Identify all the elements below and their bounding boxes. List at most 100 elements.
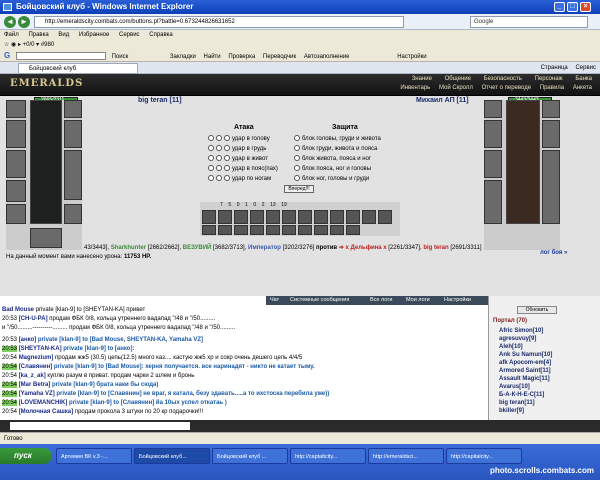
skill-icon[interactable] — [218, 225, 232, 235]
topmenu-profile[interactable]: Анкета — [573, 85, 592, 91]
attack-row[interactable]: удар по ногам — [208, 174, 271, 184]
skill-icon[interactable] — [250, 225, 264, 235]
defense-row[interactable]: блок головы, груди и живота — [294, 134, 381, 144]
radio-icon[interactable] — [294, 165, 300, 172]
taskbar-item[interactable]: http://captaltcity... — [290, 448, 366, 464]
taskbar-item[interactable]: http://emeraldsci... — [368, 448, 444, 464]
topmenu-knowledge[interactable]: Знание — [412, 76, 432, 82]
chat-nick[interactable]: [SHEYTAN-KA] — [19, 346, 62, 352]
gloves-slot[interactable] — [6, 204, 26, 224]
shield-slot[interactable] — [64, 120, 82, 148]
skill-icon[interactable] — [362, 210, 376, 224]
battle-log-link[interactable]: лог боя » — [540, 250, 567, 256]
skill-icon[interactable] — [346, 225, 360, 235]
rings-slot[interactable] — [64, 150, 82, 200]
tab-settings[interactable]: Настройки — [444, 296, 471, 305]
topmenu-bank[interactable]: Банка — [575, 76, 592, 82]
tab-chat[interactable]: Чат — [270, 296, 279, 305]
skill-icon[interactable] — [298, 225, 312, 235]
weapon-slot[interactable] — [6, 120, 26, 148]
radio-icon[interactable] — [294, 155, 300, 162]
skill-icon[interactable] — [314, 225, 328, 235]
skill-icon[interactable] — [314, 210, 328, 224]
chat-nick[interactable]: Bad Mouse — [2, 307, 34, 313]
radio-icon[interactable] — [216, 145, 222, 152]
topmenu-transfer[interactable]: Отчет о переводе — [482, 85, 532, 91]
bookmarks-button[interactable]: Закладки — [170, 54, 196, 60]
tab-my-logs[interactable]: Мои логи — [406, 296, 430, 305]
user-item[interactable]: Aleh[10] — [499, 344, 523, 350]
earring-slot[interactable] — [64, 100, 82, 118]
skill-icon[interactable] — [266, 210, 280, 224]
menu-view[interactable]: Вид — [58, 32, 69, 38]
participant-name[interactable]: х Дельфина х — [346, 245, 387, 251]
user-item[interactable]: agresuvuy[9] — [499, 336, 536, 342]
defense-row[interactable]: блок живота, пояса и ног — [294, 154, 371, 164]
menu-favorites[interactable]: Избранное — [79, 32, 109, 38]
radio-icon[interactable] — [216, 135, 222, 142]
skill-icon[interactable] — [282, 210, 296, 224]
toolbar-search-field[interactable] — [15, 52, 106, 61]
skill-icon[interactable] — [282, 225, 296, 235]
radio-icon[interactable] — [216, 155, 222, 162]
radio-icon[interactable] — [224, 165, 230, 172]
skill-icon[interactable] — [378, 210, 392, 224]
radio-icon[interactable] — [216, 175, 222, 182]
close-button[interactable]: × — [580, 2, 591, 12]
menu-tools[interactable]: Сервис — [119, 32, 140, 38]
fight-button[interactable]: Вперед!!! — [284, 185, 314, 193]
toolbar-search-button[interactable]: Поиск — [112, 54, 129, 60]
chat-nick[interactable]: [CH-U-PA] — [19, 316, 48, 322]
skill-icon[interactable] — [250, 210, 264, 224]
skill-icon[interactable] — [218, 210, 232, 224]
translate-button[interactable]: Переводчик — [263, 54, 296, 60]
radio-icon[interactable] — [224, 145, 230, 152]
minimize-button[interactable]: _ — [554, 2, 565, 12]
chat-nick[interactable]: [Yamaha VZ] — [19, 391, 55, 397]
skill-icon[interactable] — [330, 210, 344, 224]
radio-icon[interactable] — [208, 135, 214, 142]
check-button[interactable]: Проверка — [228, 54, 255, 60]
skill-icon[interactable] — [234, 225, 248, 235]
taskbar-item[interactable]: Бойцовский клуб ... — [212, 448, 288, 464]
chat-nick[interactable]: [анко] — [19, 337, 37, 343]
chat-nick[interactable]: [Mar Betra] — [19, 382, 51, 388]
maximize-button[interactable]: □ — [567, 2, 578, 12]
defense-row[interactable]: блок груди, живота и пояса — [294, 144, 377, 154]
taskbar-item[interactable]: http://capitalcity... — [446, 448, 522, 464]
radio-icon[interactable] — [224, 155, 230, 162]
topmenu-character[interactable]: Персонаж — [535, 76, 563, 82]
attack-row[interactable]: удар в пояс(пах) — [208, 164, 278, 174]
radio-icon[interactable] — [294, 175, 300, 182]
settings-button[interactable]: Настройки — [397, 54, 426, 60]
left-avatar[interactable] — [30, 100, 62, 224]
topmenu-security[interactable]: Безопасность — [484, 76, 522, 82]
chat-nick[interactable]: [Молочная Сашка] — [19, 409, 73, 415]
participant-name[interactable]: ВЕЗУВИЙ — [183, 245, 212, 251]
topmenu-communication[interactable]: Общение — [445, 76, 471, 82]
belt-slot[interactable] — [6, 180, 26, 202]
user-item[interactable]: Assault Magic[11] — [499, 376, 550, 382]
tools-menu[interactable]: Сервис — [575, 65, 596, 71]
attack-row[interactable]: удар в грудь — [208, 144, 266, 154]
radio-icon[interactable] — [216, 165, 222, 172]
taskbar-item[interactable]: Бойцовский клуб... — [134, 448, 210, 464]
menu-file[interactable]: Файл — [4, 32, 19, 38]
autofill-button[interactable]: Автозаполнение — [304, 54, 350, 60]
right-avatar[interactable] — [506, 100, 540, 224]
browser-search-input[interactable]: Google — [470, 16, 588, 28]
user-item[interactable]: Ank Su Namun[10] — [499, 352, 552, 358]
skill-icon[interactable] — [330, 225, 344, 235]
tab-fightclub[interactable]: Бойцовский клуб — [18, 63, 138, 74]
tab-all-logs[interactable]: Все логи — [370, 296, 392, 305]
user-item[interactable]: big teran[11] — [499, 400, 535, 406]
helmet-slot[interactable] — [6, 100, 26, 118]
topmenu-scroll[interactable]: Мой Скролл — [439, 85, 473, 91]
chat-nick[interactable]: Magnezium] — [19, 355, 54, 361]
defense-row[interactable]: блок пояса, ног и головы — [294, 164, 371, 174]
participant-name[interactable]: Sharkhunter — [111, 245, 146, 251]
taskbar-item[interactable]: Артемия ВК v.3 -... — [56, 448, 132, 464]
radio-icon[interactable] — [294, 135, 300, 142]
url-input[interactable]: http://emeraldscity.combats.com/buttons.… — [34, 16, 404, 28]
attack-row[interactable]: удар в голову — [208, 134, 270, 144]
